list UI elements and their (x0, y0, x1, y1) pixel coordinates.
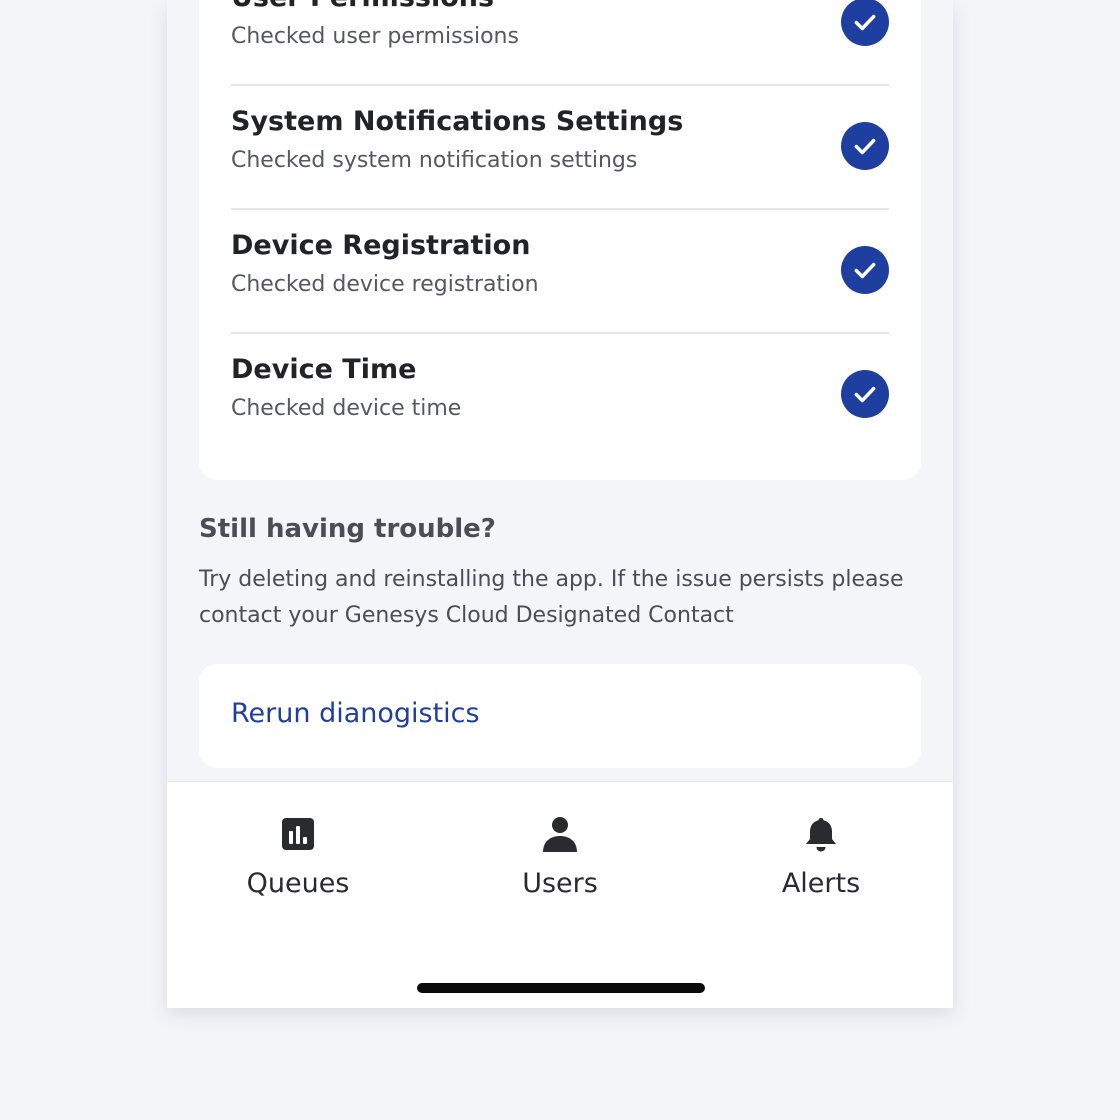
check-row-user-permissions: User Permissions Checked user permission… (231, 0, 889, 86)
check-row-device-time: Device Time Checked device time (231, 332, 889, 456)
check-circle-icon (841, 0, 889, 46)
check-title: Device Registration (231, 230, 531, 261)
check-circle-icon (841, 370, 889, 418)
tab-alerts[interactable]: Alerts (721, 814, 921, 914)
check-title: User Permissions (231, 0, 494, 13)
home-indicator (417, 983, 705, 993)
phone-screen: User Permissions Checked user permission… (167, 0, 953, 1008)
tab-users[interactable]: Users (460, 814, 660, 914)
check-circle-icon (841, 246, 889, 294)
check-subtitle: Checked user permissions (231, 24, 519, 49)
check-row-device-registration: Device Registration Checked device regis… (231, 208, 889, 334)
check-subtitle: Checked device registration (231, 272, 539, 297)
check-subtitle: Checked system notification settings (231, 148, 638, 173)
tab-queues[interactable]: Queues (198, 814, 398, 914)
trouble-heading: Still having trouble? (199, 514, 496, 544)
diagnostics-checks-card: User Permissions Checked user permission… (199, 0, 921, 480)
check-title: Device Time (231, 354, 417, 385)
rerun-diagnostics-link[interactable]: Rerun dianogistics (231, 698, 480, 729)
tab-label: Users (522, 868, 598, 899)
check-row-system-notifications: System Notifications Settings Checked sy… (231, 84, 889, 210)
bottom-tab-bar: Queues Users Alerts (167, 781, 953, 1008)
trouble-message: Try deleting and reinstalling the app. I… (199, 567, 904, 628)
rerun-card: Rerun dianogistics (199, 664, 921, 768)
check-subtitle: Checked device time (231, 396, 462, 421)
tab-label: Queues (246, 868, 350, 899)
user-icon (543, 817, 577, 852)
check-circle-icon (841, 122, 889, 170)
tab-label: Alerts (781, 868, 861, 899)
bell-icon (806, 818, 836, 852)
check-title: System Notifications Settings (231, 106, 684, 137)
queues-chart-icon (282, 818, 314, 850)
